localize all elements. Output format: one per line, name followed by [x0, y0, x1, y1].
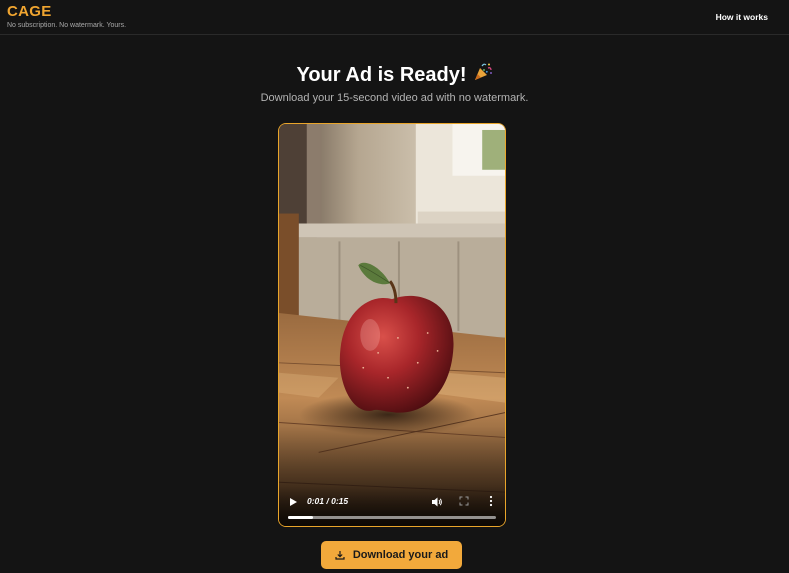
- page-subtitle: Download your 15-second video ad with no…: [260, 92, 529, 104]
- header: CAGE No subscription. No watermark. Your…: [0, 0, 789, 35]
- more-options-icon[interactable]: [487, 495, 495, 507]
- page-title: Your Ad is Ready!: [0, 62, 789, 87]
- brand-logo[interactable]: CAGE: [7, 4, 126, 20]
- download-button-label: Download your ad: [352, 549, 449, 561]
- how-it-works-link[interactable]: How it works: [716, 12, 768, 22]
- download-icon: [335, 551, 345, 560]
- video-progress-bar[interactable]: [288, 516, 496, 519]
- page-title-text: Your Ad is Ready!: [296, 64, 467, 86]
- party-popper-icon: [474, 63, 492, 80]
- download-button[interactable]: Download your ad: [321, 541, 462, 569]
- volume-icon[interactable]: [431, 496, 443, 508]
- brand-tagline: No subscription. No watermark. Yours.: [7, 22, 127, 29]
- play-icon[interactable]: [288, 497, 298, 507]
- video-player[interactable]: 0:01 / 0:15: [278, 123, 506, 527]
- video-time-display: 0:01 / 0:15: [307, 496, 349, 506]
- brand[interactable]: CAGE No subscription. No watermark. Your…: [7, 4, 126, 30]
- fullscreen-icon[interactable]: [459, 496, 469, 506]
- page: CAGE No subscription. No watermark. Your…: [0, 0, 789, 573]
- video-controls: 0:01 / 0:15: [279, 486, 505, 526]
- apple-on-wooden-floor-image: [279, 124, 505, 526]
- video-progress-fill: [288, 516, 313, 519]
